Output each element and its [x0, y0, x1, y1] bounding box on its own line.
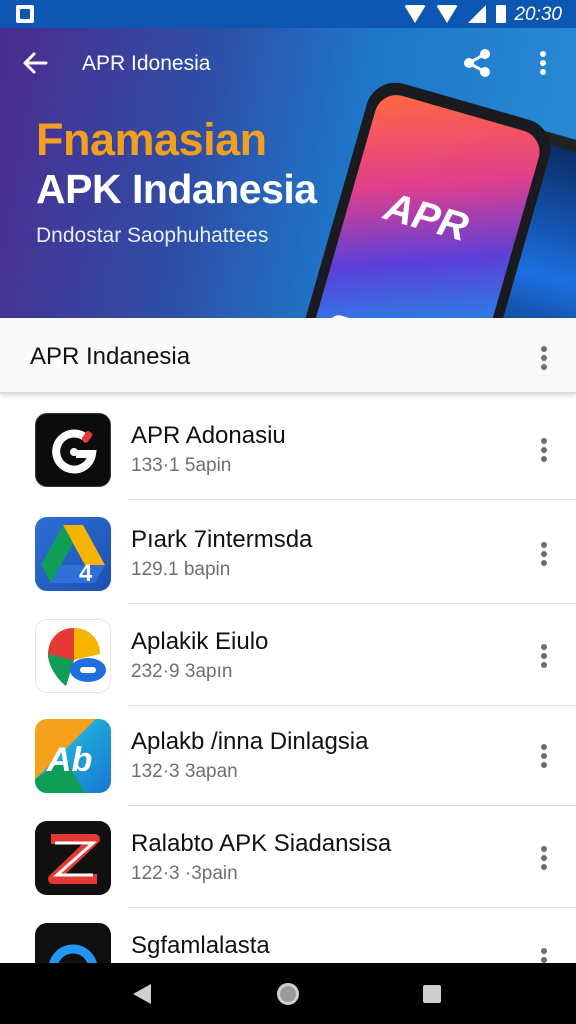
app-icon-z-logo [35, 821, 111, 895]
hero-subtitle: Dndostar Saophuhattees [36, 224, 269, 247]
app-name: APR Adonasiu [131, 422, 286, 449]
item-more-options-icon[interactable] [532, 642, 556, 672]
back-arrow-icon[interactable] [20, 48, 50, 78]
signal-icon [468, 5, 486, 23]
item-more-options-icon[interactable] [532, 436, 556, 466]
nav-home-icon[interactable] [277, 983, 299, 1005]
status-time: 20:30 [514, 4, 562, 25]
list-item[interactable]: 4 Pıark 7intermsda 129.1 bapin [0, 500, 576, 604]
system-nav-bar [0, 963, 576, 1024]
nav-recents-icon[interactable] [423, 985, 441, 1003]
list-item[interactable]: Ralabto APK Siadansisa 122·3 ·3pain [0, 804, 576, 908]
list-item[interactable]: Ab Aplakb /inna Dinlagsia 132·3 3apan [0, 702, 576, 806]
app-name: Aplakik Eiulo [131, 628, 269, 655]
app-name: Ralabto APK Siadansisa [131, 830, 392, 857]
app-name: Aplakb /inna Dinlagsia [131, 728, 369, 755]
app-meta: 122·3 ·3pain [131, 863, 238, 884]
wifi-icon-secondary [436, 5, 458, 23]
app-icon-ab-logo: Ab [35, 719, 111, 793]
battery-icon [496, 5, 506, 23]
notification-icon [16, 5, 34, 23]
app-meta: 133·1 5apin [131, 455, 232, 476]
more-options-icon[interactable] [531, 48, 555, 78]
app-bar-title: APR Idonesia [82, 52, 211, 75]
section-title: APR Indanesia [30, 343, 191, 370]
svg-text:Ab: Ab [46, 741, 92, 779]
wifi-icon [404, 5, 426, 23]
app-bar: APR Idonesia [0, 28, 576, 98]
app-meta: 232·9 3apın [131, 661, 233, 682]
app-meta: 132·3 3apan [131, 761, 238, 782]
status-bar: 20:30 [0, 0, 576, 28]
item-more-options-icon[interactable] [532, 540, 556, 570]
svg-text:4: 4 [79, 560, 93, 587]
share-icon[interactable] [461, 48, 493, 78]
list-item[interactable]: APR Adonasiu 133·1 5apin [0, 396, 576, 500]
phone-brand-text: APR [379, 184, 473, 251]
app-icon-drive-logo: 4 [35, 517, 111, 591]
list-item[interactable]: Aplakik Eiulo 232·9 3apın [0, 602, 576, 706]
section-more-options-icon[interactable] [532, 344, 556, 374]
app-name: Pıark 7intermsda [131, 526, 313, 553]
hero-banner: APR APR Idonesia Fnamasian APK Indanesia… [0, 28, 576, 318]
item-more-options-icon[interactable] [532, 844, 556, 874]
app-name: Sgfamlalasta [131, 932, 270, 959]
nav-back-icon[interactable] [133, 984, 151, 1004]
section-header: APR Indanesia [0, 318, 576, 394]
app-icon-g-logo [35, 413, 111, 487]
app-meta: 129.1 bapin [131, 559, 231, 580]
hero-headline-primary: Fnamasian [36, 114, 267, 165]
app-icon-maps-logo [35, 619, 111, 693]
hero-headline-secondary: APK Indanesia [36, 166, 317, 212]
item-more-options-icon[interactable] [532, 742, 556, 772]
